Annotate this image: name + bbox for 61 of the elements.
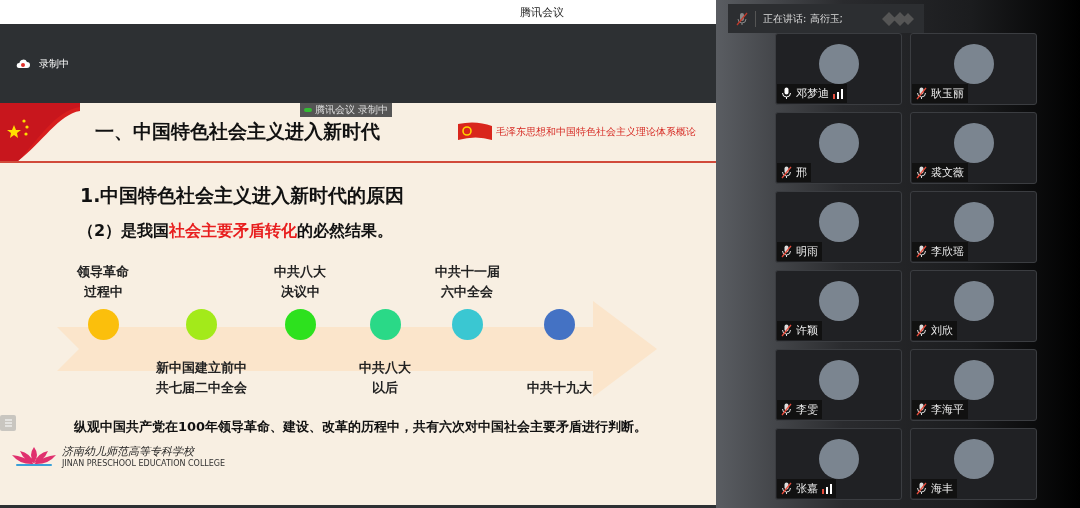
flag-icon (0, 103, 80, 161)
school-name: 济南幼儿师范高等专科学校 (62, 444, 196, 459)
slide-subheading: （2）是我国社会主要矛盾转化的必然结果。 (78, 221, 395, 242)
slide-title: 一、中国特色社会主义进入新时代 (95, 119, 380, 144)
muted-mic-icon (736, 11, 748, 26)
cloud-record-icon (16, 58, 30, 69)
participant-tile[interactable]: 刘欣 (910, 270, 1037, 342)
avatar-placeholder (818, 123, 859, 163)
milestone-label: 新中国建立前中 共七届二中全会 (155, 359, 247, 397)
participant-tile[interactable]: 海丰 (910, 428, 1037, 500)
participant-tile[interactable]: 许颖 (775, 270, 902, 342)
party-flag-icon (456, 121, 494, 143)
participant-name: 李欣瑶 (931, 244, 964, 259)
participant-tile[interactable]: 邢 (775, 112, 902, 184)
avatar-placeholder (953, 360, 994, 400)
participant-name: 刘欣 (931, 323, 953, 338)
avatar-placeholder (818, 360, 859, 400)
participant-name: 许颖 (796, 323, 818, 338)
avatar-placeholder (953, 123, 994, 163)
avatar-placeholder (818, 202, 859, 242)
participant-tile[interactable]: 张嘉 (775, 428, 902, 500)
lotus-logo-icon (10, 445, 58, 467)
participant-name: 耿玉丽 (931, 86, 964, 101)
milestone-label: 中共八大 决议中 (274, 263, 326, 301)
avatar-placeholder (953, 202, 994, 242)
meeting-logo-icon (880, 9, 916, 28)
participant-tile[interactable]: 李海平 (910, 349, 1037, 421)
recording-label: 录制中 (39, 56, 69, 71)
participant-name: 张嘉 (796, 481, 818, 496)
slide-summary: 纵观中国共产党在100年领导革命、建设、改革的历程中，共有六次对中国社会主要矛盾进行判断。 (74, 418, 649, 436)
participant-name: 邓梦迪 (796, 86, 829, 101)
speaker-text: 正在讲话: 高衍玉; (763, 11, 843, 26)
milestone-label: 中共八大 以后 (359, 359, 411, 397)
avatar-placeholder (818, 439, 859, 479)
avatar-placeholder (953, 281, 994, 321)
participant-tile[interactable]: 李欣瑶 (910, 191, 1037, 263)
participant-name: 李雯 (796, 402, 818, 417)
participant-tile[interactable]: 李雯 (775, 349, 902, 421)
menu-icon[interactable] (0, 415, 16, 431)
avatar-placeholder (818, 44, 859, 84)
participant-tile[interactable]: 邓梦迪 (775, 33, 902, 105)
avatar-placeholder (953, 44, 994, 84)
participant-name: 李海平 (931, 402, 964, 417)
avatar-placeholder (818, 281, 859, 321)
milestone-label: 领导革命 过程中 (77, 263, 129, 301)
badge-text: 腾讯会议 (315, 103, 355, 117)
school-name-english: JINAN PRESCHOOL EDUCATION COLLEGE (62, 459, 226, 468)
course-name: 毛泽东思想和中国特色社会主义理论体系概论 (496, 125, 696, 139)
participant-name: 邢 (796, 165, 807, 180)
participant-tile[interactable]: 明雨 (775, 191, 902, 263)
participant-name: 海丰 (931, 481, 953, 496)
participant-name: 裘文薇 (931, 165, 964, 180)
slide-heading: 1.中国特色社会主义进入新时代的原因 (80, 183, 406, 208)
badge-text: 录制中 (358, 103, 388, 117)
participant-name: 明雨 (796, 244, 818, 259)
window-title: 腾讯会议 (520, 4, 564, 20)
milestone-label: 中共十九大 (526, 379, 592, 397)
milestone-label: 中共十一届 六中全会 (434, 263, 500, 301)
participant-tile[interactable]: 耿玉丽 (910, 33, 1037, 105)
participant-tile[interactable]: 裘文薇 (910, 112, 1037, 184)
avatar-placeholder (953, 439, 994, 479)
